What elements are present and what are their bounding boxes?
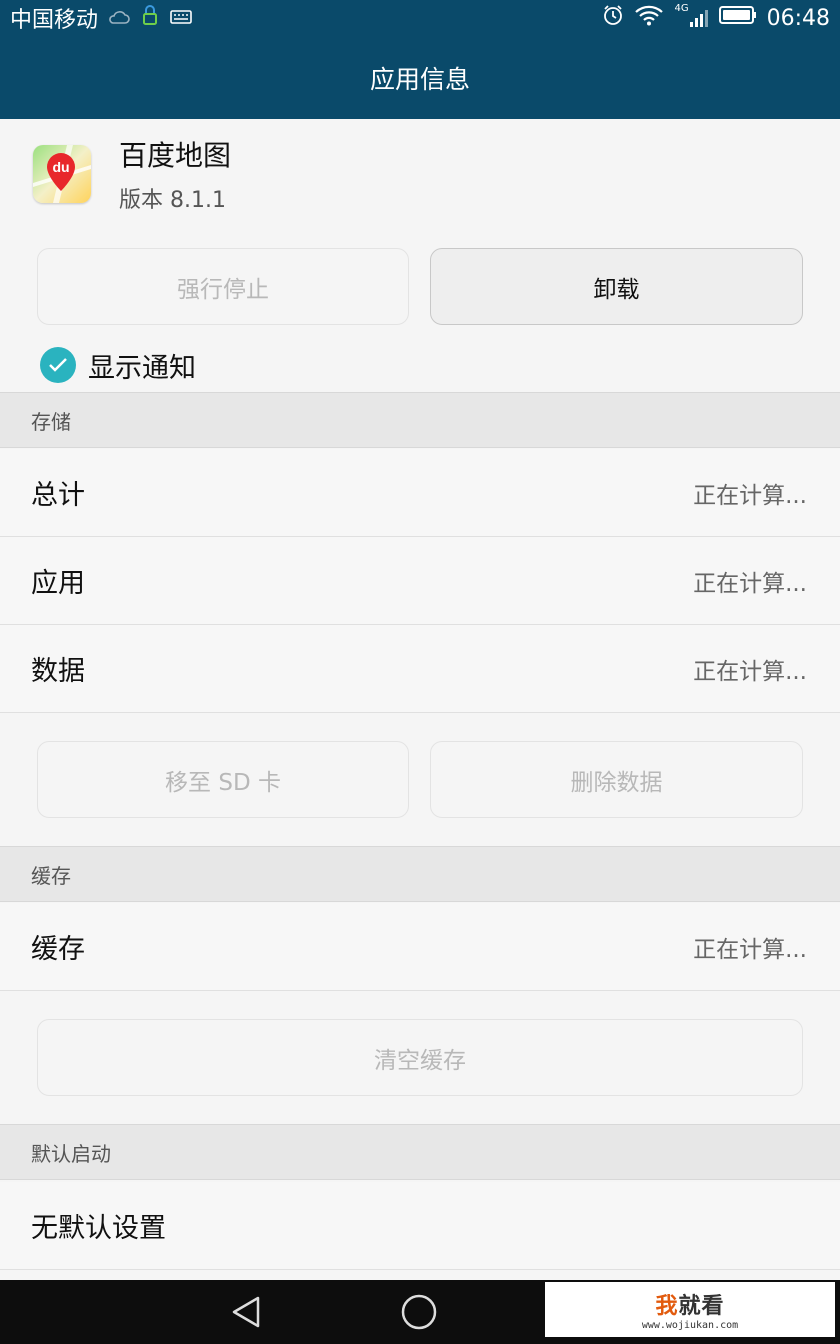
storage-section-header: 存储 — [0, 392, 840, 448]
cache-header-label: 缓存 — [31, 863, 71, 888]
watermark-logo: 我就看 www.wojiukan.com — [545, 1282, 835, 1337]
back-icon[interactable] — [228, 1294, 264, 1334]
move-to-sd-button[interactable]: 移至 SD 卡 — [37, 741, 409, 818]
clear-data-label: 删除数据 — [570, 769, 663, 796]
default-launch-section-header: 默认启动 — [0, 1124, 840, 1180]
app-icon-text: du — [52, 159, 69, 175]
cache-section-header: 缓存 — [0, 846, 840, 902]
row-label: 无默认设置 — [31, 1213, 166, 1244]
row-value: 正在计算... — [693, 570, 807, 597]
row-label: 数据 — [31, 656, 85, 687]
watermark-title: 我就看 — [655, 1288, 724, 1320]
storage-row-data: 数据 正在计算... — [0, 625, 840, 713]
watermark-accent: 我 — [655, 1294, 679, 1319]
battery-icon — [718, 5, 757, 31]
keyboard-icon — [170, 6, 192, 31]
default-launch-row: 无默认设置 — [0, 1182, 840, 1270]
signal-icon: 4G — [674, 4, 708, 28]
watermark-rest: 就看 — [678, 1294, 725, 1319]
clear-cache-button[interactable]: 清空缓存 — [37, 1019, 803, 1096]
app-version: 版本 8.1.1 — [119, 188, 226, 213]
uninstall-button[interactable]: 卸载 — [430, 248, 803, 325]
cache-row: 缓存 正在计算... — [0, 903, 840, 991]
wifi-icon — [634, 4, 664, 32]
default-launch-header-label: 默认启动 — [31, 1141, 111, 1166]
status-bar: 中国移动 4G 06:48 — [0, 0, 840, 36]
storage-row-total: 总计 正在计算... — [0, 449, 840, 537]
watermark-url: www.wojiukan.com — [641, 1320, 739, 1331]
carrier-name: 中国移动 — [10, 8, 99, 33]
baidu-map-icon: du — [33, 145, 91, 203]
app-header: du 百度地图 版本 8.1.1 — [0, 119, 840, 229]
storage-header-label: 存储 — [31, 409, 71, 434]
force-stop-label: 强行停止 — [177, 276, 269, 303]
clear-cache-label: 清空缓存 — [374, 1047, 466, 1074]
cloud-icon — [108, 6, 130, 31]
uninstall-label: 卸载 — [593, 276, 640, 303]
home-icon[interactable] — [400, 1293, 438, 1335]
force-stop-button[interactable]: 强行停止 — [37, 248, 409, 325]
show-notifications-toggle[interactable]: 显示通知 — [40, 345, 196, 385]
checkmark-icon[interactable] — [40, 347, 76, 383]
page-title: 应用信息 — [369, 64, 470, 94]
title-bar: 应用信息 — [0, 36, 840, 119]
storage-row-app: 应用 正在计算... — [0, 537, 840, 625]
row-label: 应用 — [31, 568, 85, 599]
clear-data-button[interactable]: 删除数据 — [430, 741, 803, 818]
row-label: 总计 — [31, 480, 85, 511]
row-value: 正在计算... — [693, 658, 807, 685]
row-value: 正在计算... — [693, 482, 807, 509]
alarm-icon — [602, 4, 624, 32]
show-notifications-label: 显示通知 — [88, 352, 196, 384]
clock-time: 06:48 — [766, 5, 830, 31]
network-type: 4G — [674, 3, 689, 14]
row-label: 缓存 — [31, 934, 85, 965]
app-name: 百度地图 — [119, 139, 232, 172]
vpn-lock-icon — [140, 4, 160, 32]
row-value: 正在计算... — [693, 936, 807, 963]
move-to-sd-label: 移至 SD 卡 — [165, 769, 281, 796]
